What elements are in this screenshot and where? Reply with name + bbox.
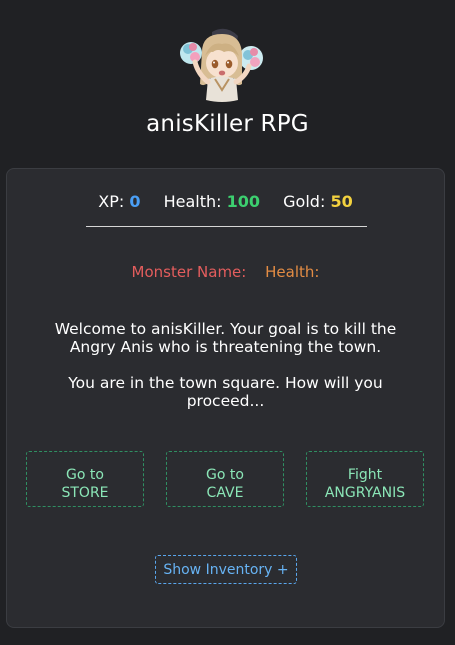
- go-to-store-button[interactable]: Go to STORE: [26, 451, 144, 507]
- message-paragraph: Welcome to anisKiller. Your goal is to k…: [54, 320, 397, 356]
- button-label-line: STORE: [61, 485, 109, 501]
- monster-stats: Monster Name: Health:: [7, 261, 444, 283]
- game-title: anisKiller RPG: [146, 111, 309, 137]
- game-header: anisKiller RPG: [0, 0, 455, 160]
- monster-health-label: Health:: [265, 263, 320, 281]
- chibi-character-with-pompoms-icon: [180, 28, 263, 102]
- button-label-line: ANGRYANIS: [324, 485, 406, 501]
- fight-angryanis-button[interactable]: Fight ANGRYANIS: [306, 451, 424, 507]
- show-inventory-button[interactable]: Show Inventory +: [155, 555, 297, 584]
- xp-value: 0: [129, 192, 141, 211]
- xp-label: XP:: [98, 192, 125, 211]
- button-label-line: Go to: [66, 467, 104, 483]
- button-label-line: Fight: [347, 467, 383, 483]
- go-to-cave-button[interactable]: Go to CAVE: [166, 451, 284, 507]
- button-label-line: Go to: [206, 467, 244, 483]
- health-value: 100: [226, 192, 261, 211]
- stats-divider: [86, 226, 367, 227]
- player-stats: XP: 0 Health: 100 Gold: 50: [7, 189, 444, 215]
- health-label: Health:: [163, 192, 222, 211]
- message-paragraph: You are in the town square. How will you…: [68, 374, 383, 410]
- action-buttons: Go to STORE Go to CAVE Fight ANGRYANIS: [26, 451, 430, 509]
- gold-value: 50: [330, 192, 353, 211]
- game-message: Welcome to anisKiller. Your goal is to k…: [37, 320, 414, 410]
- xp-stat: XP: 0: [98, 192, 145, 211]
- gold-stat: Gold: 50: [283, 192, 353, 211]
- monster-name-label: Monster Name:: [131, 263, 247, 281]
- health-stat: Health: 100: [164, 192, 266, 211]
- game-panel: XP: 0 Health: 100 Gold: 50 Monster Name:…: [6, 168, 445, 628]
- gold-label: Gold:: [283, 192, 326, 211]
- button-label-line: CAVE: [206, 485, 244, 501]
